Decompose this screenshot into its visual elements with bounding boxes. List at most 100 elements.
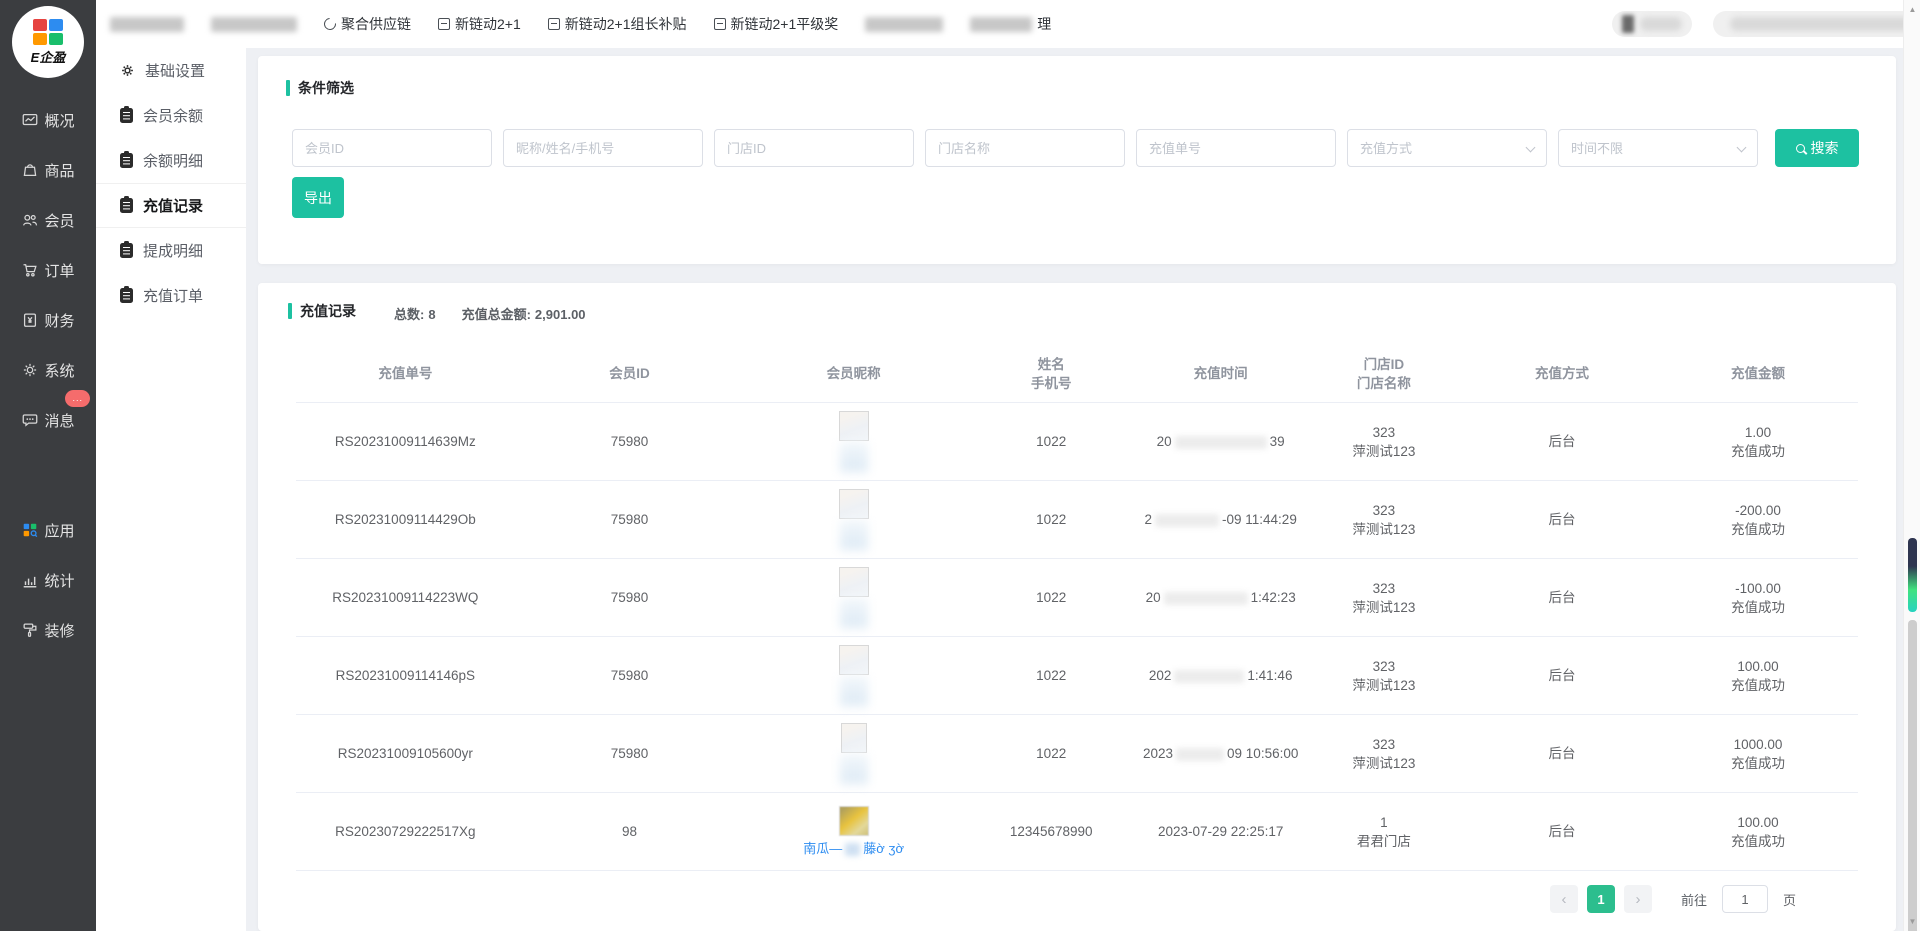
time-range-select-input[interactable] (1558, 129, 1758, 167)
redacted-blur (840, 754, 868, 784)
member-phone: 1022 (963, 510, 1140, 529)
member-phone: 1022 (963, 666, 1140, 685)
redacted-blur (1640, 17, 1682, 31)
apps-icon (21, 521, 39, 539)
recharge-order-no-input[interactable] (1136, 129, 1336, 167)
member-avatar (839, 567, 869, 597)
order-no: RS20230729222517Xg (296, 822, 515, 841)
member-id: 75980 (515, 432, 745, 451)
table-row: RS20231009114146pS 75980 1022 2021:41:46… (296, 637, 1858, 715)
sub-item-member-balance[interactable]: 会员余额 (96, 93, 246, 138)
total-amount: 2,901.00 (535, 307, 586, 322)
recharge-time: 2023-07-29 22:25:17 (1139, 822, 1301, 841)
store-cell: 323萍测试123 (1302, 501, 1466, 539)
recharge-method-select[interactable] (1347, 129, 1547, 167)
order-no: RS20231009114639Mz (296, 432, 515, 451)
sidebar-item-statistics[interactable]: 统计 (0, 560, 96, 600)
sidebar-item-system[interactable]: 系统 (0, 350, 96, 390)
sub-item-commission-detail[interactable]: 提成明细 (96, 228, 246, 273)
sub-item-recharge-records[interactable]: 充值记录 (96, 183, 246, 228)
prev-page-button[interactable]: ‹ (1550, 885, 1578, 913)
amount-cell: 100.00充值成功 (1658, 813, 1858, 851)
scroll-down-arrow-icon[interactable]: ▼ (1904, 917, 1920, 926)
doc-icon (120, 288, 133, 303)
sub-item-basic-settings[interactable]: 基础设置 (96, 48, 246, 93)
redacted-blur (865, 17, 943, 32)
table-row: RS20230729222517Xg 98 南瓜—藤ờ ʒờ 123456789… (296, 793, 1858, 871)
sidebar-item-apps[interactable]: 应用 (0, 510, 96, 550)
tab-chain-level-award[interactable]: 新链动2+1平级奖 (714, 14, 839, 34)
sidebar-item-finance[interactable]: 财务 (0, 300, 96, 340)
sidebar-item-goods[interactable]: 商品 (0, 150, 96, 190)
overview-icon (21, 111, 39, 129)
order-no: RS20231009114146pS (296, 666, 515, 685)
nickname-name-phone-input[interactable] (503, 129, 703, 167)
current-page-button[interactable]: 1 (1587, 885, 1615, 913)
doc-icon (120, 108, 133, 123)
sidebar-item-orders[interactable]: 订单 (0, 250, 96, 290)
member-id: 75980 (515, 588, 745, 607)
store-cell: 323萍测试123 (1302, 423, 1466, 461)
secondary-sidebar: 基础设置 会员余额 余额明细 充值记录 提成明细 充值订单 (96, 48, 246, 931)
filter-panel: 条件筛选 搜索 导出 (258, 56, 1896, 264)
member-nickname: 南瓜—藤ờ ʒờ (803, 839, 904, 858)
time-range-select[interactable] (1558, 129, 1758, 167)
amount-cell: -200.00充值成功 (1658, 501, 1858, 539)
tab-redacted-1[interactable] (110, 17, 184, 32)
redacted-blur (211, 17, 297, 32)
tab-chain-2plus1[interactable]: 新链动2+1 (438, 14, 521, 34)
next-page-button[interactable]: › (1624, 885, 1652, 913)
total-count: 8 (428, 307, 435, 322)
tab-redacted-3[interactable] (865, 17, 943, 32)
tab-supply-chain[interactable]: 聚合供应链 (324, 14, 411, 34)
tab-redacted-2[interactable] (211, 17, 297, 32)
recharge-method: 后台 (1466, 822, 1658, 841)
records-table: 充值单号 会员ID 会员昵称 姓名手机号 充值时间 门店ID门店名称 充值方式 … (296, 345, 1858, 871)
sidebar-item-members[interactable]: 会员 (0, 200, 96, 240)
decorate-icon (21, 621, 39, 639)
avatar (1622, 15, 1634, 33)
store-id-input[interactable] (714, 129, 914, 167)
user-chip[interactable] (1612, 11, 1692, 37)
sub-item-balance-detail[interactable]: 余额明细 (96, 138, 246, 183)
table-row: RS20231009114639Mz 75980 1022 2039 323萍测… (296, 403, 1858, 481)
redacted-blur (970, 17, 1032, 32)
redacted-blur (1155, 514, 1219, 527)
doc-icon (120, 243, 133, 258)
recharge-time: 2-09 11:44:29 (1139, 510, 1301, 529)
recharge-method: 后台 (1466, 432, 1658, 451)
export-button[interactable]: 导出 (292, 177, 344, 218)
scroll-up-arrow-icon[interactable]: ▲ (1904, 5, 1920, 14)
member-id-input[interactable] (292, 129, 492, 167)
redacted-blur (1730, 17, 1920, 31)
sidebar-item-decorate[interactable]: 装修 (0, 610, 96, 650)
order-no: RS20231009105600yr (296, 744, 515, 763)
order-no: RS20231009114223WQ (296, 588, 515, 607)
page-unit-label: 页 (1783, 890, 1796, 909)
doc-icon (120, 153, 133, 168)
table-header-row: 充值单号 会员ID 会员昵称 姓名手机号 充值时间 门店ID门店名称 充值方式 … (296, 345, 1858, 403)
sidebar-item-messages[interactable]: 消息 ... (0, 400, 96, 440)
search-icon (1796, 144, 1805, 153)
member-id: 75980 (515, 744, 745, 763)
sub-item-recharge-orders[interactable]: 充值订单 (96, 273, 246, 318)
tab-chain-leader-subsidy[interactable]: 新链动2+1组长补贴 (548, 14, 687, 34)
scrollbar-thumb-secondary[interactable] (1908, 620, 1917, 931)
recharge-records-panel: 充值记录 总数:8 充值总金额:2,901.00 充值单号 会员ID 会员昵称 … (258, 283, 1896, 931)
tab-manage[interactable]: 理 (970, 14, 1051, 34)
search-button[interactable]: 搜索 (1775, 129, 1859, 167)
recharge-method-select-input[interactable] (1347, 129, 1547, 167)
sidebar-item-overview[interactable]: 概况 (0, 100, 96, 140)
member-avatar (839, 645, 869, 675)
goto-page-input[interactable] (1722, 885, 1768, 913)
store-name-input[interactable] (925, 129, 1125, 167)
scrollbar-thumb[interactable] (1908, 538, 1917, 612)
account-chip[interactable]: ) (1713, 11, 1920, 37)
app-logo[interactable]: E企盈 (12, 6, 84, 78)
box-icon (438, 18, 450, 30)
redacted-blur (1164, 592, 1248, 605)
box-icon (714, 18, 726, 30)
page-scrollbar[interactable]: ▲ ▼ (1903, 0, 1920, 931)
member-phone: 1022 (963, 588, 1140, 607)
goods-icon (21, 161, 39, 179)
